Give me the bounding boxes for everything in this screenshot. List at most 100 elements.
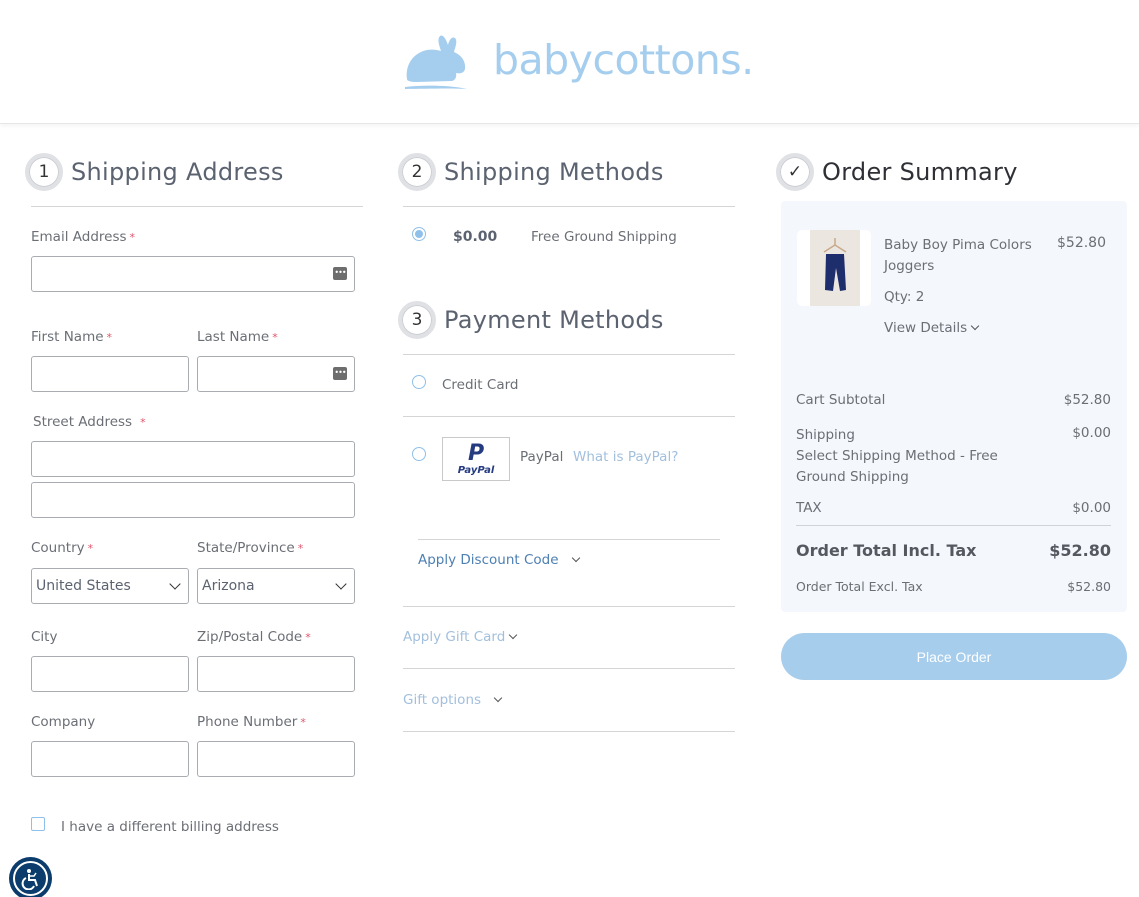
city-field[interactable] <box>31 656 189 692</box>
product-thumbnail[interactable] <box>797 230 871 306</box>
state-select[interactable]: Arizona <box>197 568 355 604</box>
street-address-line1-field[interactable] <box>31 441 355 477</box>
shipping-address-section: 1 Shipping Address Email Address * ••• Fi… <box>25 150 365 835</box>
step-number-badge: 1 <box>25 153 63 191</box>
apply-discount-label: Apply Discount Code <box>418 552 559 568</box>
password-manager-icon[interactable]: ••• <box>333 267 347 280</box>
what-is-paypal-link[interactable]: What is PayPal? <box>573 449 678 465</box>
company-field[interactable] <box>31 741 189 777</box>
free-shipping-radio[interactable] <box>412 227 426 241</box>
zip-label: Zip/Postal Code * <box>197 629 311 645</box>
different-billing-label[interactable]: I have a different billing address <box>61 819 279 835</box>
paypal-logo: P PayPal <box>442 437 510 481</box>
order-summary-box: Baby Boy Pima Colors Joggers $52.80 Qty:… <box>781 201 1127 612</box>
section-divider <box>403 731 735 732</box>
view-details-toggle[interactable]: View Details <box>884 320 980 336</box>
paypal-label[interactable]: PayPal <box>520 449 563 465</box>
chevron-down-icon <box>571 553 580 563</box>
apply-gift-card-label: Apply Gift Card <box>403 629 506 645</box>
credit-card-radio[interactable] <box>412 375 426 389</box>
payment-methods-heading: 3 Payment Methods <box>398 298 664 342</box>
credit-card-label[interactable]: Credit Card <box>442 377 518 393</box>
gift-options-label: Gift options <box>403 692 482 708</box>
subtotal-value: $52.80 <box>1063 392 1111 408</box>
shipping-row: Shipping Select Shipping Method - Free G… <box>796 425 1111 488</box>
last-name-label: Last Name * <box>197 329 278 345</box>
first-name-field[interactable] <box>31 356 189 392</box>
section-divider <box>403 206 735 207</box>
password-manager-icon[interactable]: ••• <box>333 367 347 380</box>
view-details-label: View Details <box>884 320 968 336</box>
paypal-radio[interactable] <box>412 447 426 461</box>
shipping-value: $0.00 <box>1072 425 1111 441</box>
tax-label: TAX <box>796 500 822 516</box>
order-total-incl-row: Order Total Incl. Tax $52.80 <box>796 541 1111 560</box>
chevron-down-icon <box>335 578 347 590</box>
accessibility-button[interactable] <box>9 857 52 897</box>
email-label: Email Address * <box>31 229 136 245</box>
section-divider <box>403 668 735 669</box>
brand-logo[interactable]: babycottons. <box>403 30 754 94</box>
shipping-method-text: Select Shipping Method - Free Ground Shi… <box>796 448 998 485</box>
product-image <box>810 230 860 306</box>
company-label: Company <box>31 714 96 730</box>
product-qty: Qty: 2 <box>884 289 925 305</box>
place-order-button[interactable]: Place Order <box>781 633 1127 680</box>
city-label: City <box>31 629 58 645</box>
shipping-method-label[interactable]: Free Ground Shipping <box>531 229 677 245</box>
zip-field[interactable] <box>197 656 355 692</box>
phone-label: Phone Number * <box>197 714 306 730</box>
total-excl-value: $52.80 <box>1067 579 1111 594</box>
tax-value: $0.00 <box>1072 500 1111 516</box>
apply-gift-card-toggle[interactable]: Apply Gift Card <box>403 629 518 645</box>
section-title: Shipping Address <box>71 158 284 186</box>
chevron-down-icon <box>509 630 518 640</box>
shipping-methods-heading: 2 Shipping Methods <box>398 150 738 194</box>
order-summary-section: ✓ Order Summary Baby Boy Pima Colors Jog… <box>776 150 1139 680</box>
country-value: United States <box>36 578 131 594</box>
last-name-field[interactable]: ••• <box>197 356 355 392</box>
section-title: Shipping Methods <box>444 158 664 186</box>
state-label: State/Province * <box>197 540 304 556</box>
section-divider <box>31 206 363 207</box>
first-name-label: First Name * <box>31 329 113 345</box>
tax-row: TAX $0.00 <box>796 500 1111 516</box>
different-billing-checkbox[interactable] <box>31 817 45 831</box>
chevron-down-icon <box>493 693 503 703</box>
country-label: Country * <box>31 540 94 556</box>
bunny-icon <box>405 35 467 89</box>
total-incl-label: Order Total Incl. Tax <box>796 541 977 560</box>
paypal-p-icon: P <box>467 440 485 466</box>
cart-subtotal-row: Cart Subtotal $52.80 <box>796 392 1111 408</box>
joggers-image <box>823 238 847 291</box>
country-select[interactable]: United States <box>31 568 189 604</box>
shipping-price: $0.00 <box>453 229 498 245</box>
discount-divider <box>418 539 720 540</box>
total-incl-value: $52.80 <box>1049 541 1111 560</box>
brand-name: babycottons. <box>493 36 754 84</box>
apply-discount-toggle[interactable]: Apply Discount Code <box>418 552 580 568</box>
step-number-badge: 2 <box>398 153 436 191</box>
product-name: Baby Boy Pima Colors Joggers <box>884 237 1032 274</box>
phone-field[interactable] <box>197 741 355 777</box>
street-address-label: Street Address * <box>33 414 146 430</box>
street-address-line2-field[interactable] <box>31 482 355 518</box>
chevron-down-icon <box>970 321 980 331</box>
section-divider <box>403 354 735 355</box>
check-icon: ✓ <box>776 153 814 191</box>
wheelchair-icon <box>13 861 48 896</box>
order-summary-heading: ✓ Order Summary <box>776 150 1139 194</box>
order-total-excl-row: Order Total Excl. Tax $52.80 <box>796 579 1111 594</box>
site-header: babycottons. <box>0 0 1139 124</box>
gift-options-toggle[interactable]: Gift options <box>403 692 503 708</box>
shipping-methods-section: 2 Shipping Methods $0.00 Free Ground Shi… <box>398 150 738 732</box>
chevron-down-icon <box>169 578 181 590</box>
email-field[interactable]: ••• <box>31 256 355 292</box>
payment-divider <box>403 416 735 417</box>
shipping-label: Shipping <box>796 427 855 443</box>
total-excl-label: Order Total Excl. Tax <box>796 579 923 594</box>
subtotal-label: Cart Subtotal <box>796 392 886 408</box>
step-number-badge: 3 <box>398 301 436 339</box>
section-title: Order Summary <box>822 158 1018 186</box>
totals-divider <box>796 525 1111 526</box>
